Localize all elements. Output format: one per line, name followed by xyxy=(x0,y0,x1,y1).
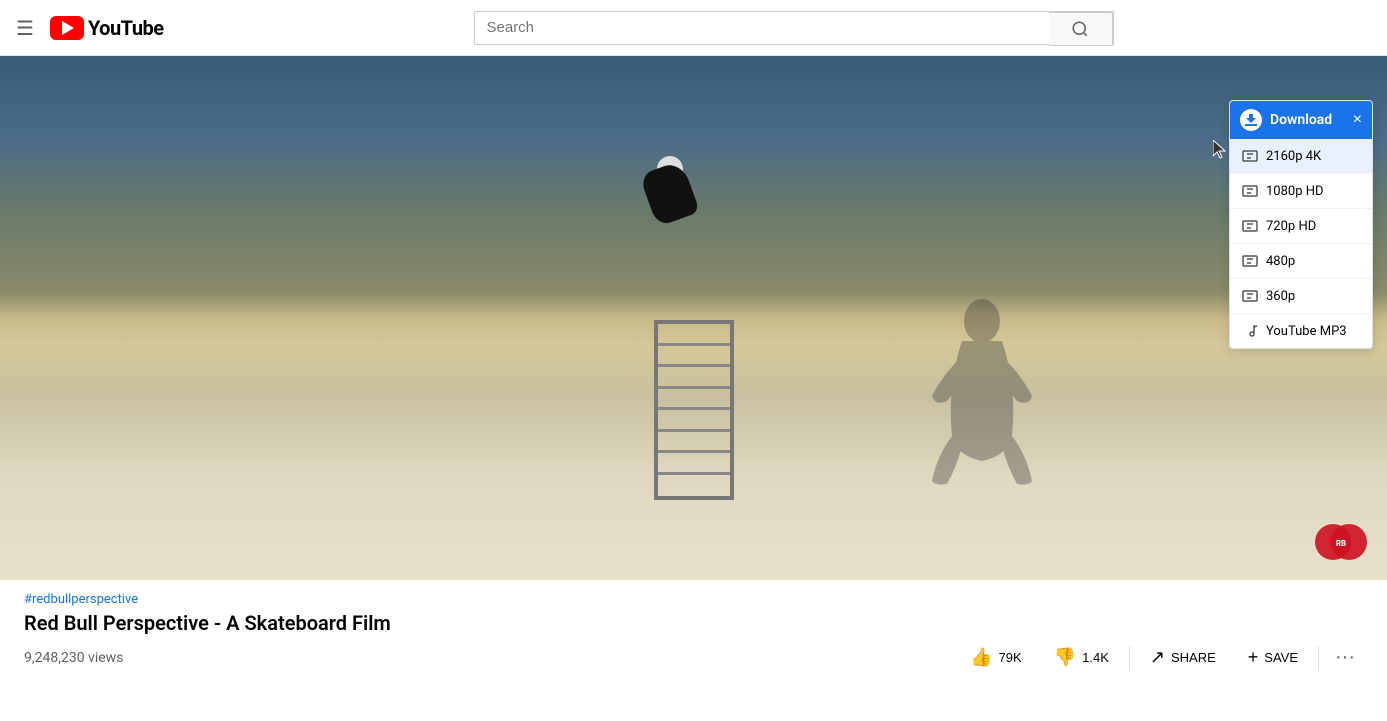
video-quality-icon-2160p xyxy=(1242,148,1258,164)
search-button[interactable] xyxy=(1049,12,1113,46)
download-header-left: Download xyxy=(1240,109,1332,131)
svg-text:RB: RB xyxy=(1336,539,1346,548)
download-header: Download × xyxy=(1230,101,1372,139)
quality-label-360p: 360p xyxy=(1266,289,1295,304)
quality-item-720p[interactable]: 720p HD xyxy=(1230,209,1372,244)
save-label: SAVE xyxy=(1264,650,1298,665)
separator-1 xyxy=(1129,646,1130,670)
share-button[interactable]: ↗ SHARE xyxy=(1138,641,1228,674)
youtube-logo[interactable]: YouTube xyxy=(50,16,164,40)
quality-label-mp3: YouTube MP3 xyxy=(1266,324,1347,339)
separator-2 xyxy=(1318,646,1319,670)
shadow-figure xyxy=(927,296,1037,500)
quality-item-1080p[interactable]: 1080p HD xyxy=(1230,174,1372,209)
search-bar xyxy=(474,11,1114,45)
save-button[interactable]: + SAVE xyxy=(1236,641,1310,674)
video-info: #redbullperspective Red Bull Perspective… xyxy=(0,580,1387,674)
quality-label-480p: 480p xyxy=(1266,254,1295,269)
download-title: Download xyxy=(1270,112,1332,128)
video-quality-icon-360p xyxy=(1242,288,1258,304)
share-label: SHARE xyxy=(1171,650,1216,665)
header: ☰ YouTube xyxy=(0,0,1387,56)
download-dropdown: Download × 2160p 4K xyxy=(1229,100,1373,349)
quality-label-1080p: 1080p HD xyxy=(1266,184,1324,199)
skateboarder xyxy=(627,156,707,246)
quality-item-480p[interactable]: 480p xyxy=(1230,244,1372,279)
quality-label-2160p: 2160p 4K xyxy=(1266,149,1321,164)
hamburger-icon[interactable]: ☰ xyxy=(16,16,34,40)
video-quality-icon-1080p xyxy=(1242,183,1258,199)
search-icon xyxy=(1071,20,1089,38)
download-arrow-icon xyxy=(1244,113,1258,127)
main-content: RB Download × xyxy=(0,56,1387,674)
quality-label-720p: 720p HD xyxy=(1266,219,1316,234)
video-quality-icon-480p xyxy=(1242,253,1258,269)
redbull-watermark: RB xyxy=(1313,522,1369,562)
quality-item-360p[interactable]: 360p xyxy=(1230,279,1372,314)
dislike-button[interactable]: 👎 1.4K xyxy=(1042,641,1121,674)
like-button[interactable]: 👍 79K xyxy=(958,641,1034,674)
quality-item-2160p[interactable]: 2160p 4K xyxy=(1230,139,1372,174)
view-count: 9,248,230 views xyxy=(24,650,123,666)
save-icon: + xyxy=(1248,647,1259,668)
video-meta-row: 9,248,230 views 👍 79K 👎 1.4K ↗ SHARE xyxy=(0,641,1387,674)
quality-list: 2160p 4K 1080p HD xyxy=(1230,139,1372,348)
youtube-play-icon xyxy=(50,16,84,40)
like-count: 79K xyxy=(999,650,1022,665)
video-title: Red Bull Perspective - A Skateboard Film xyxy=(0,611,1387,635)
action-buttons: 👍 79K 👎 1.4K ↗ SHARE + SAVE xyxy=(958,641,1363,674)
search-input[interactable] xyxy=(475,12,1050,44)
hashtag[interactable]: #redbullperspective xyxy=(0,592,1387,607)
more-options-button[interactable]: ··· xyxy=(1327,642,1363,673)
ellipsis-icon: ··· xyxy=(1335,646,1355,668)
share-icon: ↗ xyxy=(1150,647,1165,668)
video-quality-icon-720p xyxy=(1242,218,1258,234)
music-icon xyxy=(1242,323,1258,339)
close-button[interactable]: × xyxy=(1353,112,1362,128)
thumbs-up-icon: 👍 xyxy=(970,647,992,668)
dislike-count: 1.4K xyxy=(1082,650,1109,665)
quality-item-mp3[interactable]: YouTube MP3 xyxy=(1230,314,1372,348)
thumbs-down-icon: 👎 xyxy=(1054,647,1076,668)
video-background: RB xyxy=(0,56,1387,580)
download-circle-icon xyxy=(1240,109,1262,131)
header-left: ☰ YouTube xyxy=(16,16,216,40)
video-container[interactable]: RB Download × xyxy=(0,56,1387,580)
youtube-brand-text: YouTube xyxy=(88,16,164,40)
skater-body xyxy=(639,160,700,227)
header-search-area xyxy=(216,11,1371,45)
ramp-structure xyxy=(654,320,734,500)
